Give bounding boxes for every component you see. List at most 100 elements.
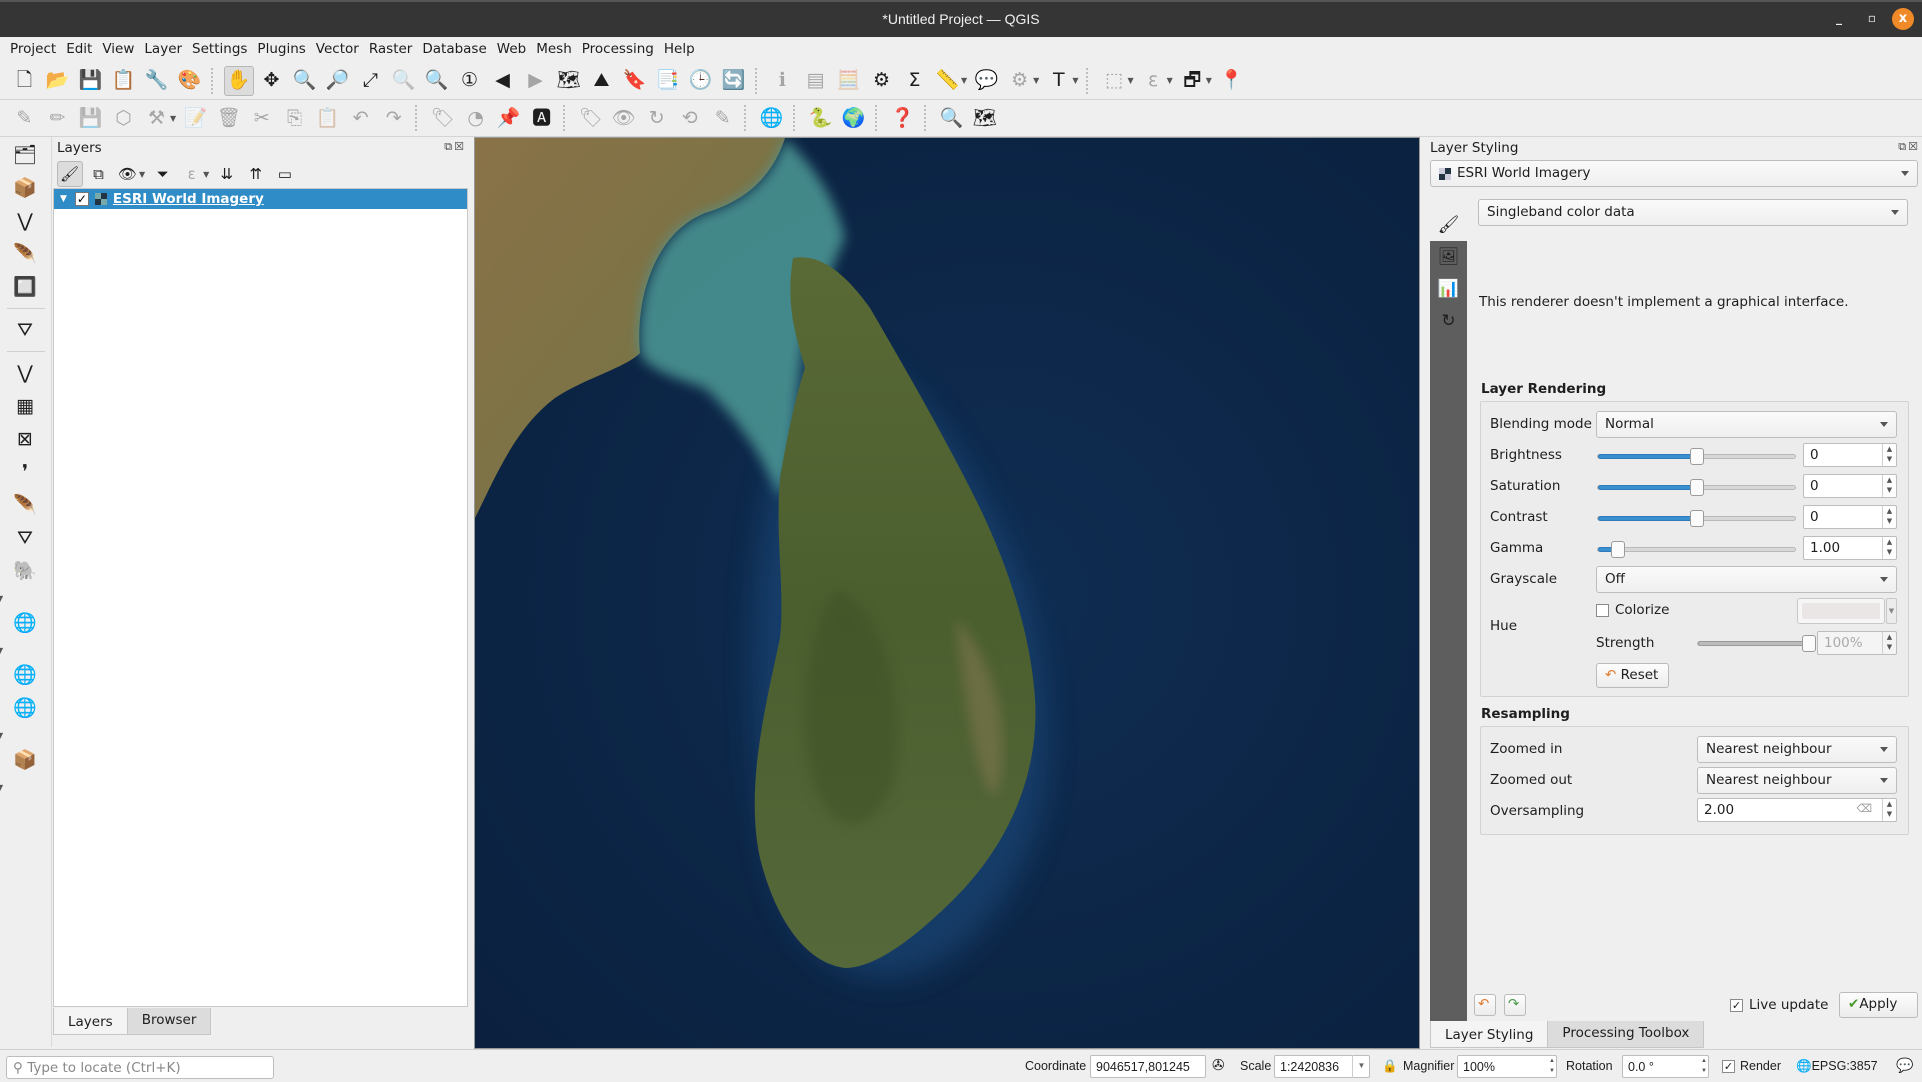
- temporal-controller-icon[interactable]: 🕒: [686, 66, 716, 96]
- quickmapservices-icon[interactable]: 🗺: [970, 103, 1000, 133]
- toggle-extents-icon[interactable]: ✇: [1212, 1056, 1225, 1074]
- toggle-editing-icon[interactable]: ✏: [43, 103, 73, 133]
- color-dropdown-icon[interactable]: ▼: [1886, 598, 1897, 624]
- spin-arrows-icon[interactable]: ▲ ▼: [1882, 506, 1896, 528]
- saturation-slider[interactable]: [1597, 479, 1796, 496]
- modify-attributes-icon[interactable]: 📝: [181, 103, 211, 133]
- delete-selected-icon[interactable]: 🗑: [214, 103, 244, 133]
- pan-to-selection-icon[interactable]: ✥: [257, 66, 287, 96]
- spin-arrows-icon[interactable]: ▲ ▼: [1882, 444, 1896, 466]
- zoom-full-icon[interactable]: ⤢: [356, 66, 386, 96]
- map-tips-icon[interactable]: 💬: [972, 66, 1002, 96]
- colorize-checkbox[interactable]: [1596, 604, 1609, 617]
- new-project-icon[interactable]: 🗋: [10, 66, 40, 96]
- menu-web[interactable]: Web: [492, 37, 531, 62]
- statistical-summary-icon[interactable]: Σ: [900, 66, 930, 96]
- identify-features-icon[interactable]: ℹ: [768, 66, 798, 96]
- show-bookmarks-icon[interactable]: 📑: [653, 66, 683, 96]
- dropdown-arrow-icon[interactable]: ▼: [0, 594, 3, 603]
- history-tab-icon[interactable]: ↻: [1430, 305, 1467, 337]
- float-panel-icon[interactable]: ⧉: [444, 140, 454, 153]
- move-label-icon[interactable]: 🏷: [576, 103, 606, 133]
- new-shapefile-layer-icon[interactable]: ⋁: [8, 206, 42, 236]
- open-layer-styling-icon[interactable]: 🖌: [56, 161, 83, 187]
- slider-handle[interactable]: [1802, 635, 1816, 652]
- remove-layer-icon[interactable]: ▭: [272, 161, 298, 187]
- brightness-spinbox[interactable]: 0 ▲ ▼: [1803, 443, 1897, 467]
- new-map-view-icon[interactable]: 🗺: [554, 66, 584, 96]
- quick-map-services-search-icon[interactable]: 🔍: [937, 103, 967, 133]
- zoom-in-icon[interactable]: 🔍: [290, 66, 320, 96]
- menu-settings[interactable]: Settings: [187, 37, 252, 62]
- filter-by-expression-icon[interactable]: ε: [179, 161, 205, 187]
- open-project-icon[interactable]: 📂: [43, 66, 73, 96]
- lock-scale-icon[interactable]: 🔒: [1382, 1059, 1398, 1074]
- dropdown-arrow-icon[interactable]: ▼: [961, 76, 967, 85]
- menu-vector[interactable]: Vector: [311, 37, 364, 62]
- locator-search-input[interactable]: ⚲ Type to locate (Ctrl+K): [6, 1056, 274, 1079]
- close-panel-icon[interactable]: ☒: [454, 140, 466, 153]
- crs-button[interactable]: 🌐EPSG:3857: [1796, 1059, 1878, 1074]
- help-contents-icon[interactable]: ❓: [888, 103, 918, 133]
- zoomed-out-combo[interactable]: Nearest neighbour: [1697, 767, 1897, 794]
- layout-manager-icon[interactable]: 🔧: [142, 66, 172, 96]
- new-spatialite-layer-icon[interactable]: ⛛: [8, 315, 42, 345]
- clear-icon[interactable]: ⌫: [1856, 802, 1872, 815]
- label-properties-icon[interactable]: ✎: [708, 103, 738, 133]
- add-spatialite-layer-icon[interactable]: 🪶: [8, 490, 42, 520]
- add-virtual-layer-icon[interactable]: ⛛: [8, 523, 42, 553]
- label-toolbar-icon[interactable]: 🏷: [428, 103, 458, 133]
- transparency-tab-icon[interactable]: 🖼: [1430, 241, 1467, 273]
- deselect-all-icon[interactable]: 🗗: [1177, 66, 1207, 96]
- dropdown-arrow-icon[interactable]: ▼: [0, 646, 3, 655]
- menu-raster[interactable]: Raster: [364, 37, 418, 62]
- maximize-button[interactable]: ▫: [1868, 11, 1876, 25]
- zoom-next-icon[interactable]: ▶: [521, 66, 551, 96]
- measure-line-icon[interactable]: 📏: [933, 66, 963, 96]
- brightness-slider[interactable]: [1597, 448, 1796, 465]
- zoom-to-selection-icon[interactable]: 🔍: [389, 66, 419, 96]
- dropdown-arrow-icon[interactable]: ▼: [139, 170, 145, 179]
- menu-layer[interactable]: Layer: [139, 37, 187, 62]
- tab-processing-toolbox[interactable]: Processing Toolbox: [1547, 1021, 1705, 1048]
- collapse-all-icon[interactable]: ⇈: [243, 161, 269, 187]
- menu-mesh[interactable]: Mesh: [531, 37, 577, 62]
- new-3d-map-view-icon[interactable]: ⛰: [587, 66, 617, 96]
- tab-layers[interactable]: Layers: [53, 1008, 128, 1035]
- new-temporary-scratch-layer-icon[interactable]: 🪶: [8, 239, 42, 269]
- refresh-icon[interactable]: 🔄: [719, 66, 749, 96]
- colorize-color-button[interactable]: [1797, 598, 1885, 624]
- spin-arrows-icon[interactable]: ▲ ▼: [1882, 475, 1896, 497]
- menu-plugins[interactable]: Plugins: [252, 37, 310, 62]
- copy-features-icon[interactable]: ⎘: [280, 103, 310, 133]
- renderer-type-combo[interactable]: Singleband color data: [1478, 199, 1908, 226]
- zoomed-in-combo[interactable]: Nearest neighbour: [1697, 736, 1897, 763]
- coordinate-field[interactable]: 9046517,801245: [1090, 1055, 1206, 1078]
- zoom-last-icon[interactable]: ◀: [488, 66, 518, 96]
- dropdown-arrow-icon[interactable]: ▼: [0, 731, 3, 740]
- strength-slider[interactable]: [1697, 635, 1816, 652]
- highlight-pinned-labels-icon[interactable]: 🅰: [527, 103, 557, 133]
- add-wms-layer-icon[interactable]: 🌐: [8, 608, 42, 638]
- blending-mode-combo[interactable]: Normal: [1596, 411, 1897, 438]
- digitize-with-segment-icon[interactable]: ⬡: [109, 103, 139, 133]
- field-calculator-icon[interactable]: 🧮: [834, 66, 864, 96]
- earth-engine-icon[interactable]: 🌍: [839, 103, 869, 133]
- menu-help[interactable]: Help: [659, 37, 700, 62]
- oversampling-spinbox[interactable]: 2.00 ⌫ ▲ ▼: [1697, 798, 1897, 822]
- python-console-icon[interactable]: 🐍: [806, 103, 836, 133]
- menu-processing[interactable]: Processing: [577, 37, 659, 62]
- close-button[interactable]: x: [1892, 8, 1914, 30]
- slider-handle[interactable]: [1610, 541, 1625, 558]
- add-wfs-layer-icon[interactable]: 🌐: [8, 693, 42, 723]
- gamma-spinbox[interactable]: 1.00 ▲ ▼: [1803, 536, 1897, 560]
- render-checkbox[interactable]: ✓: [1722, 1060, 1735, 1073]
- add-mesh-layer-icon[interactable]: ⊠: [8, 424, 42, 454]
- slider-handle[interactable]: [1689, 448, 1704, 465]
- dropdown-arrow-icon[interactable]: ▼: [0, 783, 3, 792]
- add-vector-layer-icon[interactable]: ⋁: [8, 358, 42, 388]
- show-hide-labels-icon[interactable]: 👁: [609, 103, 639, 133]
- new-geopackage-layer-icon[interactable]: 📦: [8, 173, 42, 203]
- style-manager-icon[interactable]: 🎨: [175, 66, 205, 96]
- spin-arrows-icon[interactable]: ▲ ▼: [1882, 537, 1896, 559]
